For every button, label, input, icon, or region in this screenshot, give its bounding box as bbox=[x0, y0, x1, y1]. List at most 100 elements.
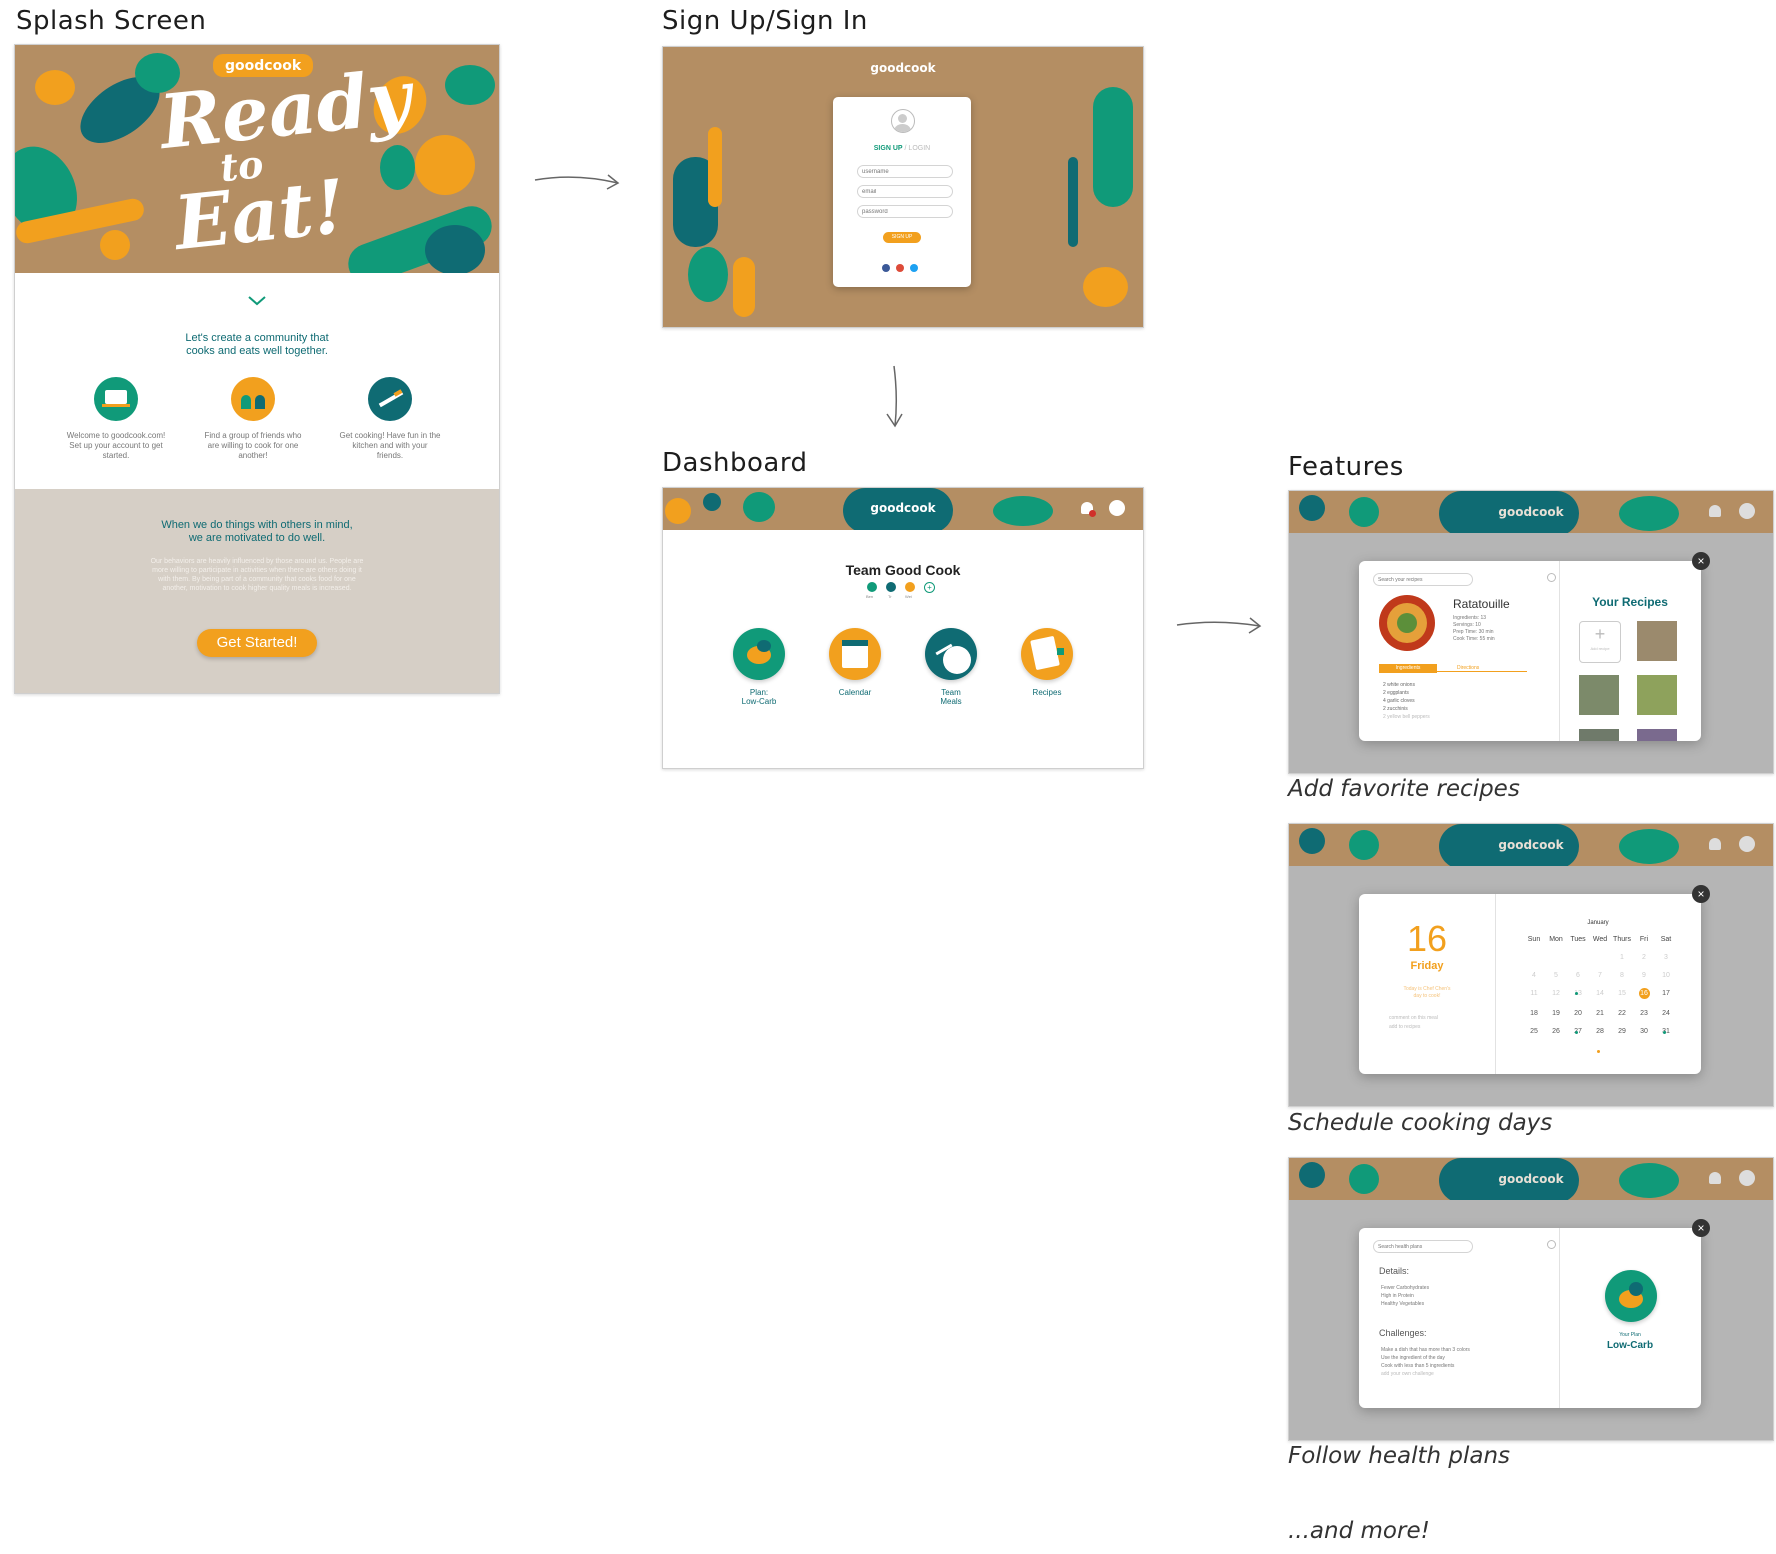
calendar-day[interactable]: 17 bbox=[1655, 990, 1677, 999]
close-icon[interactable]: × bbox=[1692, 1219, 1710, 1237]
splash-step-text: Get cooking! Have fun in the kitchen and… bbox=[339, 431, 441, 460]
bell-icon[interactable] bbox=[1709, 1172, 1721, 1184]
calendar-icon bbox=[829, 628, 881, 680]
recipe-thumbnail[interactable] bbox=[1637, 729, 1677, 741]
google-icon[interactable] bbox=[896, 264, 904, 272]
list-item: High in Protein bbox=[1381, 1293, 1414, 1299]
calendar-day[interactable]: 30 bbox=[1633, 1028, 1655, 1035]
tab-separator: / bbox=[904, 145, 907, 152]
list-item: Cook with less than 5 ingredients bbox=[1381, 1363, 1455, 1369]
dashboard-tile-calendar[interactable]: Calendar bbox=[817, 628, 893, 697]
calendar-day[interactable]: 27 bbox=[1567, 1028, 1589, 1035]
quote-line-2: we are motivated to do well. bbox=[188, 532, 326, 544]
calendar-day[interactable]: 12 bbox=[1545, 990, 1567, 999]
recipe-thumbnail[interactable] bbox=[1579, 729, 1619, 741]
chevron-down-icon[interactable] bbox=[247, 295, 267, 307]
close-icon[interactable]: × bbox=[1692, 552, 1710, 570]
member-avatar[interactable] bbox=[867, 582, 877, 592]
calendar-day[interactable]: 14 bbox=[1589, 990, 1611, 999]
calendar-day[interactable]: 21 bbox=[1589, 1010, 1611, 1017]
comment-link[interactable]: comment on this meal bbox=[1389, 1014, 1438, 1023]
pumpkin-illustration bbox=[425, 225, 485, 273]
calendar-day[interactable]: 20 bbox=[1567, 1010, 1589, 1017]
calendar-day[interactable]: 15 bbox=[1611, 990, 1633, 999]
feature-header: goodcook bbox=[1289, 824, 1773, 866]
calendar-day[interactable] bbox=[1567, 954, 1589, 961]
calendar-day[interactable]: 11 bbox=[1523, 990, 1545, 999]
add-challenge-link[interactable]: add your own challenge bbox=[1381, 1370, 1470, 1378]
calendar-day[interactable]: 7 bbox=[1589, 972, 1611, 979]
dashboard-header: goodcook bbox=[663, 488, 1143, 530]
day-note-line: day to cook! bbox=[1413, 993, 1441, 999]
recipe-thumbnail[interactable] bbox=[1637, 675, 1677, 715]
dashboard-tile-team-meals[interactable]: Team Meals bbox=[913, 628, 989, 706]
calendar-day[interactable]: 10 bbox=[1655, 972, 1677, 979]
profile-avatar[interactable] bbox=[1739, 1170, 1755, 1186]
member-avatar[interactable] bbox=[886, 582, 896, 592]
calendar-day[interactable]: 22 bbox=[1611, 1010, 1633, 1017]
calendar-day[interactable]: 1 bbox=[1611, 954, 1633, 961]
tab-login[interactable]: LOGIN bbox=[908, 145, 930, 152]
signup-submit-button[interactable]: SIGN UP bbox=[883, 232, 921, 243]
calendar-day[interactable]: 25 bbox=[1523, 1028, 1545, 1035]
your-plan-label: Your Plan bbox=[1619, 1332, 1641, 1338]
calendar-day[interactable]: 2 bbox=[1633, 954, 1655, 961]
profile-avatar[interactable] bbox=[1739, 836, 1755, 852]
username-input[interactable] bbox=[857, 165, 953, 178]
facebook-icon[interactable] bbox=[882, 264, 890, 272]
settings-icon[interactable] bbox=[1547, 1240, 1556, 1249]
calendar-day[interactable] bbox=[1589, 954, 1611, 961]
add-to-recipes-link[interactable]: add to recipes bbox=[1389, 1023, 1438, 1032]
tab-directions[interactable]: Directions bbox=[1437, 664, 1527, 672]
calendar-day[interactable]: 23 bbox=[1633, 1010, 1655, 1017]
close-icon[interactable]: × bbox=[1692, 885, 1710, 903]
plan-search-input[interactable] bbox=[1373, 1240, 1473, 1253]
feature-caption: Schedule cooking days bbox=[1288, 1110, 1553, 1136]
recipe-modal: Ratatouille Ingredients: 13 Servings: 10… bbox=[1359, 561, 1701, 741]
plus-icon: + bbox=[1594, 624, 1606, 644]
calendar-day[interactable]: 28 bbox=[1589, 1028, 1611, 1035]
dashboard-tile-plan[interactable]: Plan: Low-Carb bbox=[721, 628, 797, 706]
calendar-day-selected[interactable]: 16 bbox=[1638, 988, 1650, 999]
email-input[interactable] bbox=[857, 185, 953, 198]
calendar-day[interactable]: 3 bbox=[1655, 954, 1677, 961]
profile-avatar[interactable] bbox=[1739, 503, 1755, 519]
tab-ingredients[interactable]: Ingredients bbox=[1379, 664, 1437, 673]
recipe-thumbnail[interactable] bbox=[1637, 621, 1677, 661]
calendar-day[interactable]: 4 bbox=[1523, 972, 1545, 979]
calendar-day[interactable]: 6 bbox=[1567, 972, 1589, 979]
dashboard-screen-mockup: goodcook Team Good Cook Ben Tr Wei + Pla… bbox=[662, 487, 1144, 769]
add-member-icon[interactable]: + bbox=[924, 582, 935, 593]
calendar-day[interactable] bbox=[1545, 954, 1567, 961]
list-item: 2 white onions bbox=[1383, 682, 1415, 688]
calendar-day[interactable]: 26 bbox=[1545, 1028, 1567, 1035]
bell-icon[interactable] bbox=[1709, 505, 1721, 517]
settings-icon[interactable] bbox=[1547, 573, 1556, 582]
calendar-day[interactable] bbox=[1523, 954, 1545, 961]
add-recipe-button[interactable]: + Add recipe bbox=[1579, 621, 1621, 663]
calendar-day[interactable]: 8 bbox=[1611, 972, 1633, 979]
calendar-day[interactable]: 29 bbox=[1611, 1028, 1633, 1035]
team-name: Team Good Cook bbox=[845, 562, 961, 578]
calendar-day[interactable]: 31 bbox=[1655, 1028, 1677, 1035]
get-started-button[interactable]: Get Started! bbox=[197, 629, 317, 657]
calendar-day[interactable]: 5 bbox=[1545, 972, 1567, 979]
bell-icon[interactable] bbox=[1709, 838, 1721, 850]
calendar-day[interactable]: 13 bbox=[1567, 990, 1589, 999]
dashboard-tile-recipes[interactable]: Recipes bbox=[1009, 628, 1085, 697]
profile-avatar[interactable] bbox=[1109, 500, 1125, 516]
calendar-day[interactable]: 24 bbox=[1655, 1010, 1677, 1017]
flow-arrow-right bbox=[1176, 617, 1262, 634]
tile-label: Low-Carb bbox=[741, 697, 777, 706]
twitter-icon[interactable] bbox=[910, 264, 918, 272]
egg-illustration bbox=[35, 70, 75, 105]
member-avatar[interactable] bbox=[905, 582, 915, 592]
tomato-illustration bbox=[100, 230, 130, 260]
recipe-thumbnail[interactable] bbox=[1579, 675, 1619, 715]
calendar-day[interactable]: 18 bbox=[1523, 1010, 1545, 1017]
recipe-search-input[interactable] bbox=[1373, 573, 1473, 586]
calendar-day[interactable]: 19 bbox=[1545, 1010, 1567, 1017]
tab-signup[interactable]: SIGN UP bbox=[874, 145, 903, 152]
calendar-day[interactable]: 9 bbox=[1633, 972, 1655, 979]
password-input[interactable] bbox=[857, 205, 953, 218]
